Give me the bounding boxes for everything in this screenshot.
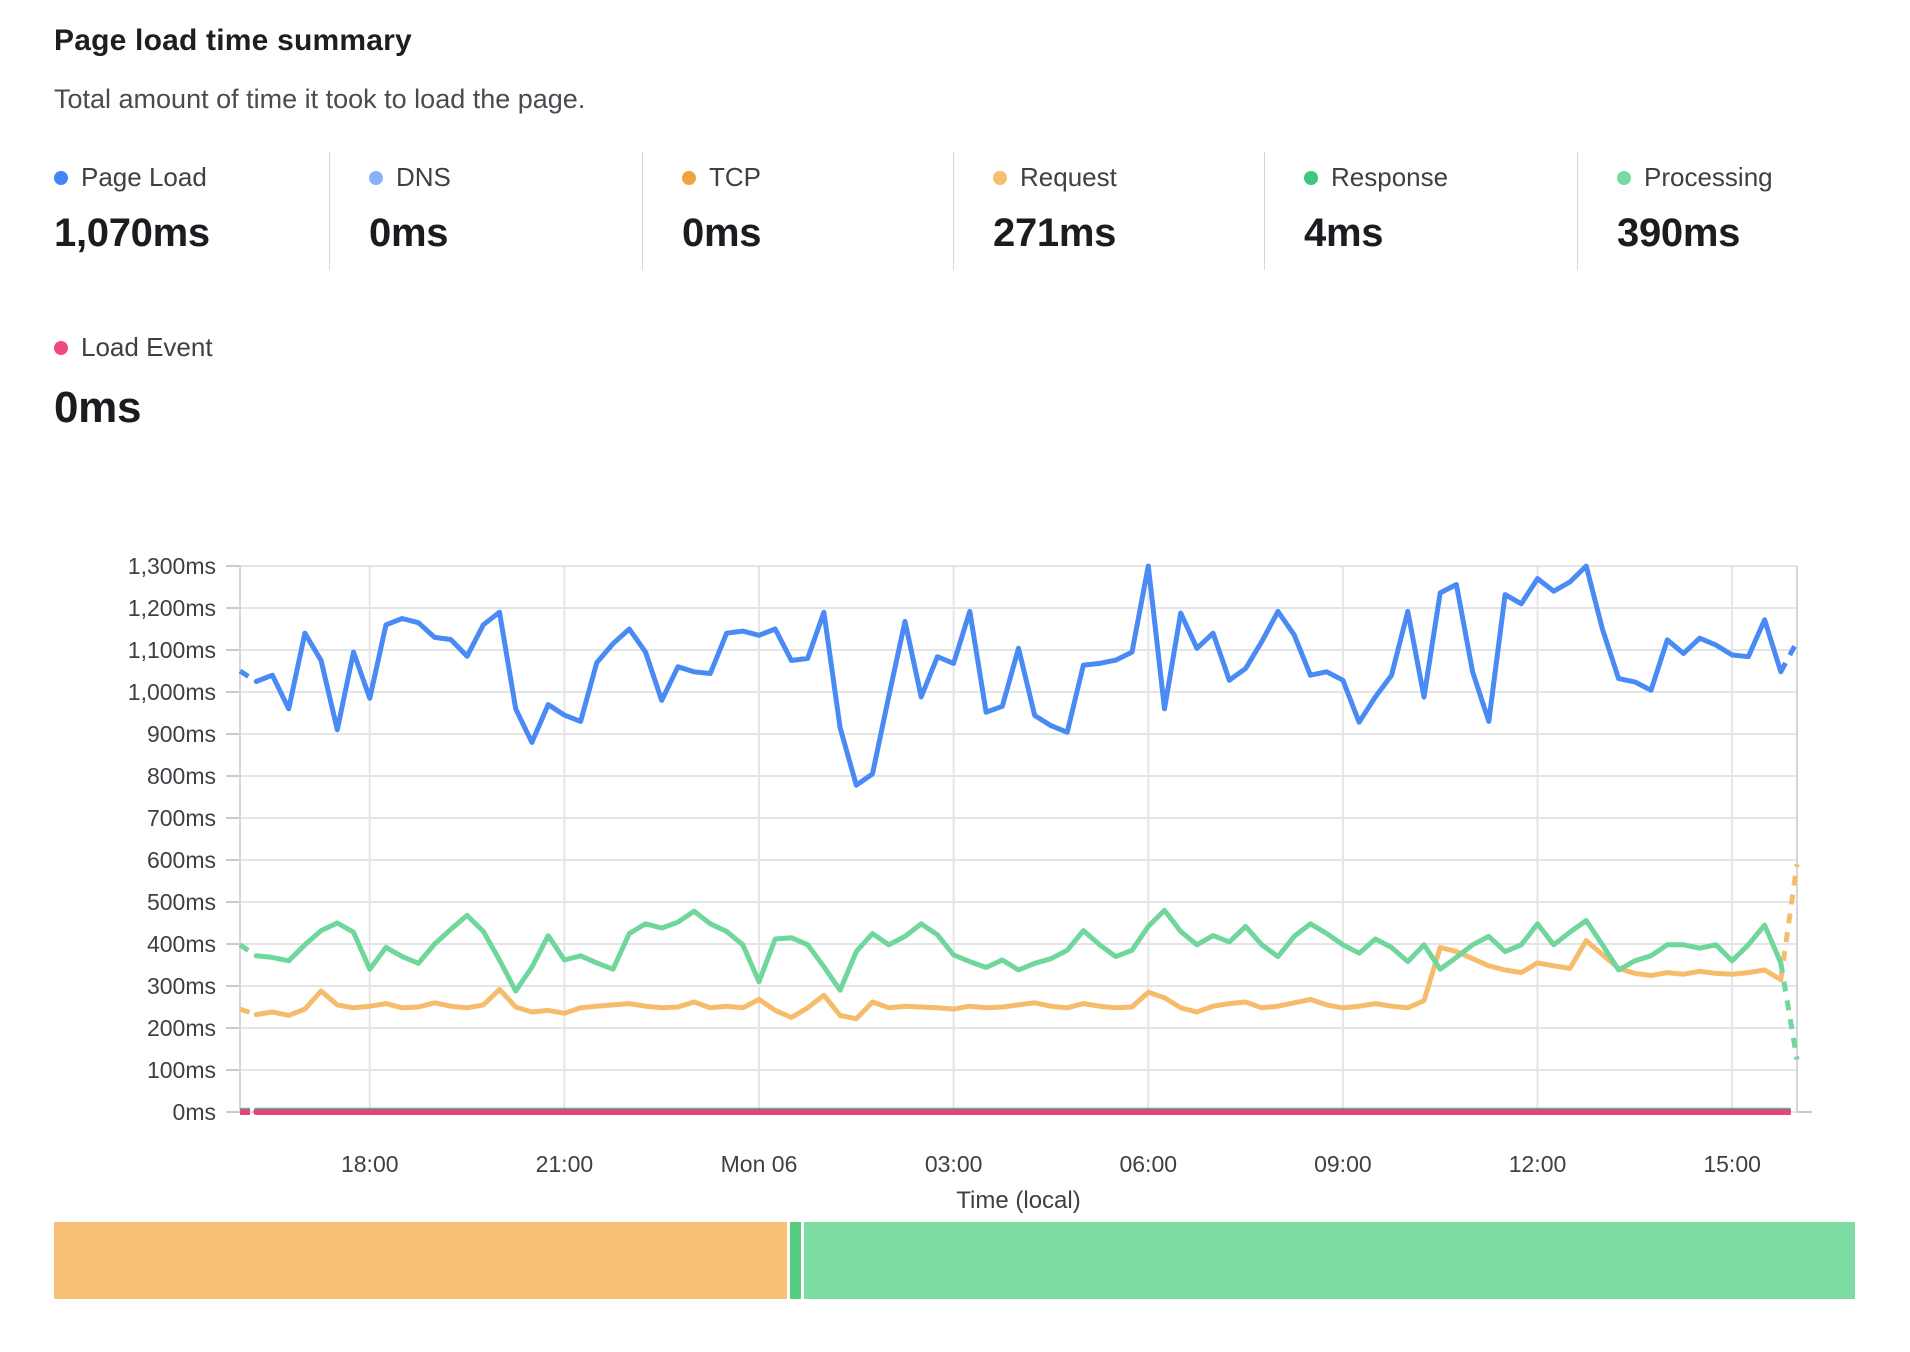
y-axis-tick-label: 100ms xyxy=(147,1057,216,1083)
y-axis-tick-label: 1,200ms xyxy=(128,595,216,621)
x-axis-tick-label: 06:00 xyxy=(1119,1151,1177,1177)
degraded-segment xyxy=(54,1222,787,1299)
load-time-chart[interactable]: 0ms 100ms 200ms 300ms 400ms 500ms 600ms 700ms 80… xyxy=(0,0,1910,1352)
y-axis-tick-label: 200ms xyxy=(147,1015,216,1041)
ok-segment xyxy=(804,1222,1855,1299)
y-axis-tick-label: 1,300ms xyxy=(128,553,216,579)
y-axis-tick-label: 700ms xyxy=(147,805,216,831)
x-axis-title: Time (local) xyxy=(956,1187,1080,1214)
series-processing xyxy=(240,910,1797,1059)
x-axis-tick-label: 12:00 xyxy=(1509,1151,1567,1177)
y-axis-tick-label: 1,000ms xyxy=(128,679,216,705)
y-axis-tick-label: 600ms xyxy=(147,847,216,873)
y-axis-tick-label: 400ms xyxy=(147,931,216,957)
x-axis-tick-label: 09:00 xyxy=(1314,1151,1372,1177)
chart-series xyxy=(240,566,1797,1112)
x-axis-tick-label: 21:00 xyxy=(536,1151,594,1177)
series-request xyxy=(240,864,1797,1019)
x-axis-tick-label: Mon 06 xyxy=(721,1151,798,1177)
y-axis-tick-label: 500ms xyxy=(147,889,216,915)
x-axis-tick-label: 15:00 xyxy=(1703,1151,1761,1177)
sliver-segment xyxy=(790,1222,801,1299)
y-axis-tick-label: 800ms xyxy=(147,763,216,789)
status-timeline-bar[interactable] xyxy=(54,1222,1855,1299)
y-axis-tick-label: 1,100ms xyxy=(128,637,216,663)
y-axis-tick-label: 300ms xyxy=(147,973,216,999)
y-axis-tick-label: 900ms xyxy=(147,721,216,747)
series-page-load xyxy=(240,566,1797,785)
x-axis-tick-label: 18:00 xyxy=(341,1151,399,1177)
x-axis-tick-label: 03:00 xyxy=(925,1151,983,1177)
y-axis-tick-label: 0ms xyxy=(173,1099,216,1125)
